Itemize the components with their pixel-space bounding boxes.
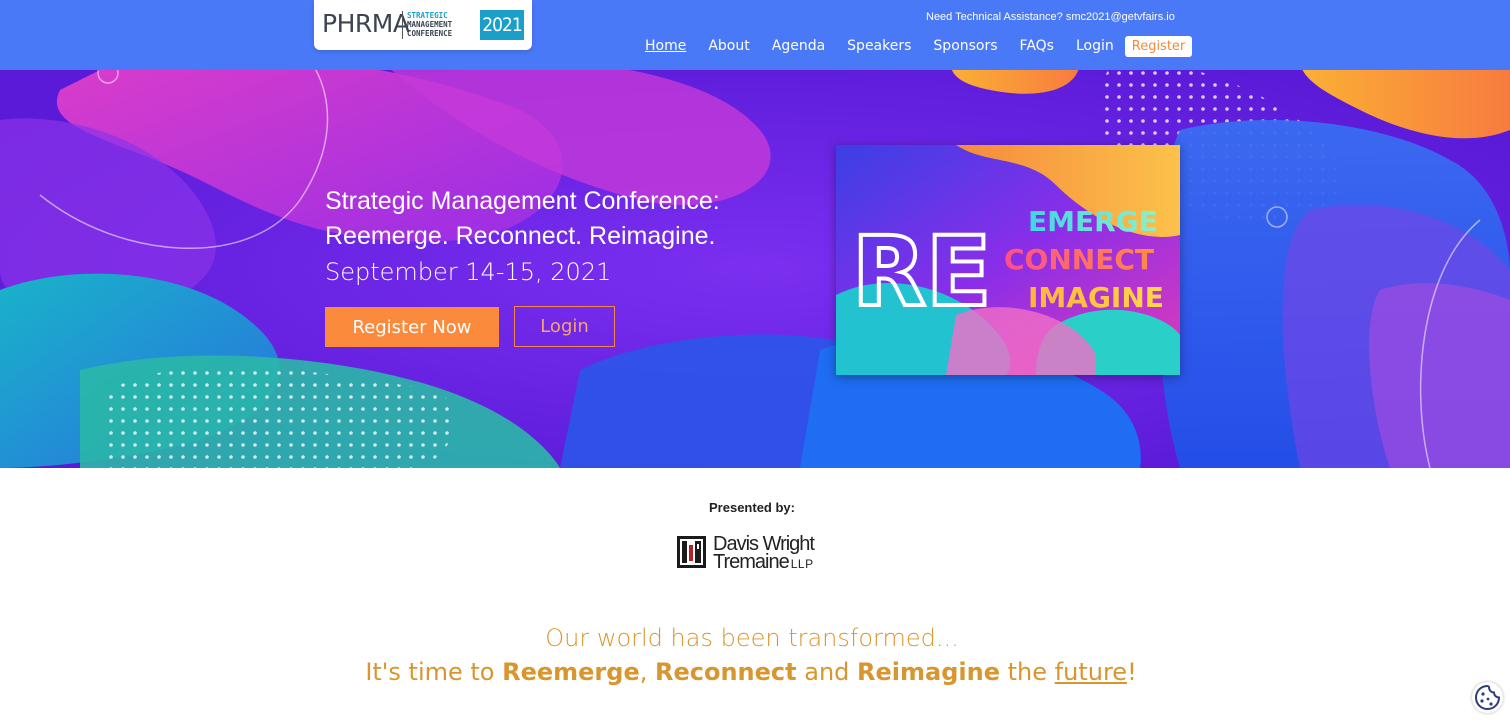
cookie-icon bbox=[1474, 684, 1501, 711]
cookie-settings-button[interactable] bbox=[1472, 682, 1503, 713]
tagline-reconnect: Reconnect bbox=[655, 658, 797, 686]
hero-background-art bbox=[0, 70, 1510, 468]
tagline-the: the bbox=[1000, 658, 1055, 686]
tagline-intro: It's time to bbox=[365, 658, 503, 686]
hero-title-line-1: Strategic Management Conference: bbox=[325, 187, 720, 215]
tagline-line-2: It's time to Reemerge, Reconnect and Rei… bbox=[0, 658, 1502, 686]
word-emerge: EMERGE bbox=[1028, 205, 1158, 238]
nav-login[interactable]: Login bbox=[1076, 38, 1114, 54]
tagline-and: and bbox=[796, 658, 858, 686]
dwt-name-line-2: Tremaine LLP bbox=[713, 552, 814, 574]
logo-subtitle: STRATEGIC MANAGEMENT CONFERENCE bbox=[407, 11, 487, 38]
top-navigation-bar: PHRMA STRATEGIC MANAGEMENT CONFERENCE 20… bbox=[0, 0, 1510, 70]
logo-line-1: STRATEGIC bbox=[407, 11, 448, 20]
graphic-art: RE EMERGE CONNECT IMAGINE bbox=[836, 145, 1180, 375]
tagline-reimagine: Reimagine bbox=[857, 658, 1001, 686]
tagline-line-1: Our world has been transformed... bbox=[545, 624, 959, 652]
login-button[interactable]: Login bbox=[514, 306, 615, 347]
event-date: September 14-15, 2021 bbox=[325, 258, 612, 286]
tagline-end: ! bbox=[1127, 658, 1137, 686]
nav-register-button[interactable]: Register bbox=[1124, 35, 1193, 57]
reemerge-reconnect-reimagine-graphic: RE EMERGE CONNECT IMAGINE bbox=[836, 145, 1180, 375]
hero-banner: Strategic Management Conference: Reemerg… bbox=[0, 70, 1510, 468]
word-connect: CONNECT bbox=[1004, 243, 1154, 276]
tagline-reemerge: Reemerge bbox=[502, 658, 640, 686]
hero-title-line-2: Reemerge. Reconnect. Reimagine. bbox=[325, 222, 716, 250]
nav-faqs[interactable]: FAQs bbox=[1020, 38, 1054, 54]
nav-home[interactable]: Home bbox=[645, 38, 686, 54]
nav-about[interactable]: About bbox=[708, 38, 749, 54]
nav-sponsors[interactable]: Sponsors bbox=[933, 38, 997, 54]
logo-line-3: CONFERENCE bbox=[407, 29, 453, 38]
dwt-mark-icon bbox=[677, 536, 706, 568]
tagline-sep1: , bbox=[639, 658, 655, 686]
logo-line-2: MANAGEMENT bbox=[407, 20, 453, 29]
dwt-llp: LLP bbox=[790, 557, 814, 571]
logo-phrma-word: PHRMA bbox=[322, 9, 410, 38]
technical-assistance-text: Need Technical Assistance? smc2021@getvf… bbox=[926, 11, 1175, 23]
re-letters: RE bbox=[852, 216, 992, 328]
presented-by-label: Presented by: bbox=[709, 500, 795, 515]
tagline-future-link[interactable]: future bbox=[1055, 658, 1127, 686]
logo-year: 2021 bbox=[480, 10, 524, 40]
logo-divider bbox=[402, 11, 403, 39]
phrma-smc-2021-logo[interactable]: PHRMA STRATEGIC MANAGEMENT CONFERENCE 20… bbox=[314, 0, 532, 50]
dwt-tremaine: Tremaine bbox=[713, 551, 790, 573]
nav-speakers[interactable]: Speakers bbox=[847, 38, 911, 54]
main-nav: Home About Agenda Speakers Sponsors FAQs… bbox=[645, 35, 1193, 57]
davis-wright-tremaine-logo[interactable]: Davis Wright Tremaine LLP bbox=[677, 534, 837, 574]
register-now-button[interactable]: Register Now bbox=[325, 307, 499, 347]
hero-title: Strategic Management Conference: Reemerg… bbox=[325, 184, 720, 254]
word-imagine: IMAGINE bbox=[1028, 281, 1164, 314]
nav-agenda[interactable]: Agenda bbox=[772, 38, 825, 54]
